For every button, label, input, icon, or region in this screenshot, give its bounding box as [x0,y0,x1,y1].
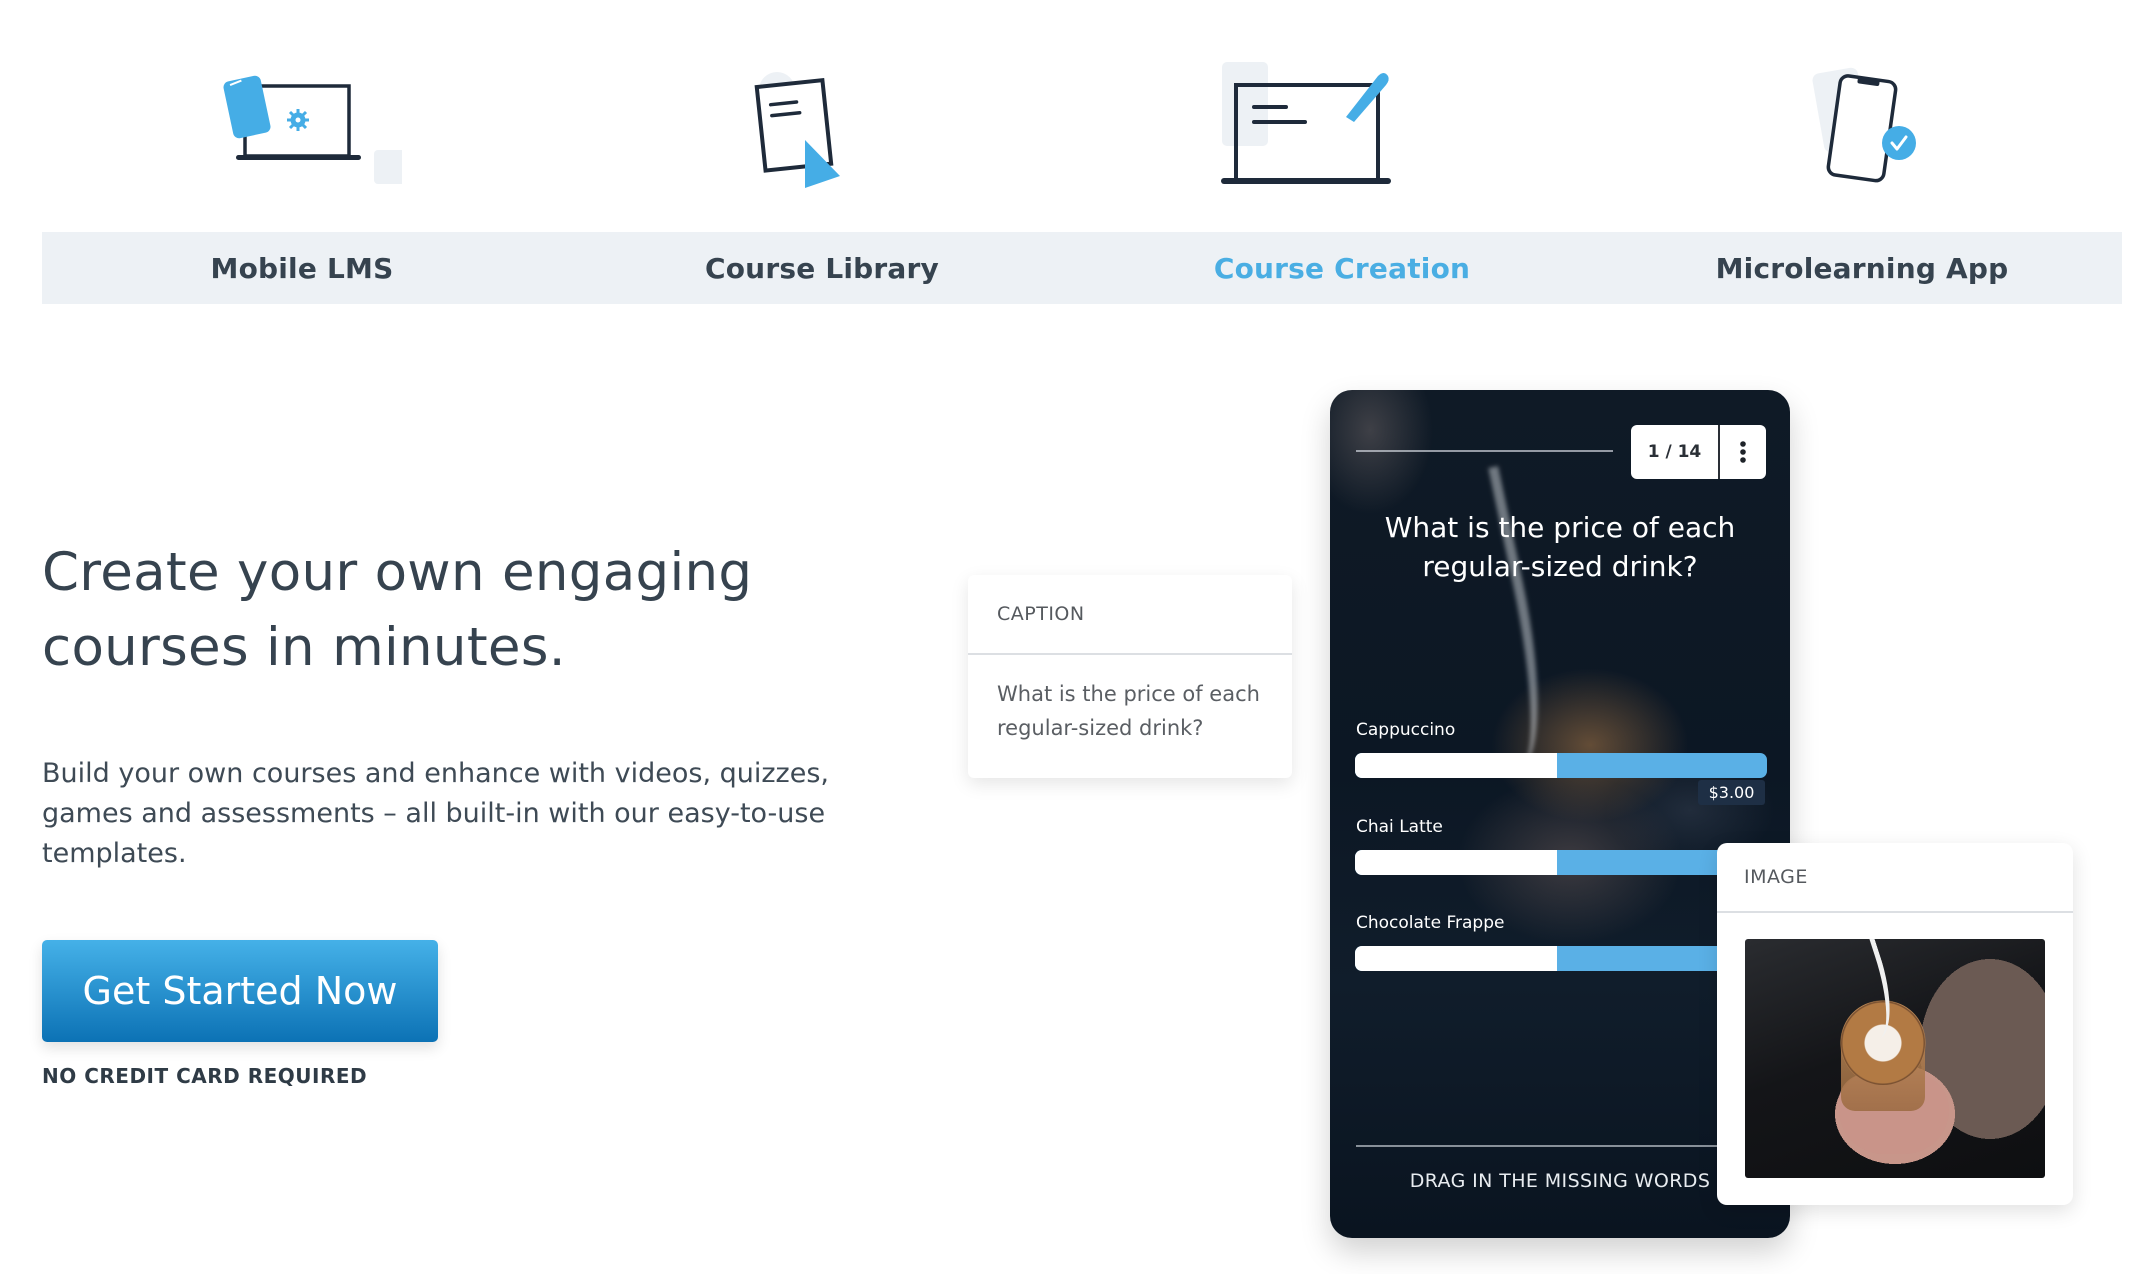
hero-description: Build your own courses and enhance with … [42,754,862,874]
caption-text[interactable]: What is the price of each regular-sized … [968,655,1292,745]
slider-chocolate-frappe[interactable] [1355,946,1767,971]
slider-cappuccino[interactable] [1355,753,1767,778]
quiz-question-line: regular-sized drink? [1422,550,1698,583]
caption-card: CAPTION What is the price of each regula… [968,575,1292,778]
tab-microlearning-app[interactable]: Microlearning App [1602,232,2122,304]
tab-course-creation[interactable]: Course Creation [1082,232,1602,304]
no-credit-card-note: NO CREDIT CARD REQUIRED [42,1064,368,1088]
tab-course-library[interactable]: Course Library [562,232,1082,304]
caption-text-line: regular-sized drink? [997,716,1204,740]
image-card: IMAGE [1717,843,2073,1205]
image-card-header: IMAGE [1717,843,2073,913]
laptop-phone-gear-icon[interactable] [202,50,402,200]
price-tag-cappuccino: $3.00 [1698,780,1765,805]
phone-check-icon[interactable] [1762,50,1962,200]
caption-card-header: CAPTION [968,575,1292,655]
quiz-question-line: What is the price of each [1384,511,1736,544]
product-tab-bar: Mobile LMS Course Library Course Creatio… [42,232,2122,304]
product-icons-row [42,0,2122,232]
get-started-button[interactable]: Get Started Now [42,940,438,1042]
caption-text-line: What is the price of each [997,682,1260,706]
option-label-chai-latte: Chai Latte [1356,817,1443,837]
slide-counter-value: 1 / 14 [1631,425,1720,479]
slider-track-empty [1355,946,1557,971]
slider-chai-latte[interactable] [1355,850,1767,875]
slider-track-empty [1355,850,1557,875]
laptop-pen-icon[interactable] [1220,50,1420,200]
option-label-cappuccino: Cappuccino [1356,720,1456,740]
quiz-question: What is the price of each regular-sized … [1350,508,1770,586]
lesson-progress-line [1356,450,1613,452]
slider-track-empty [1355,753,1557,778]
tab-mobile-lms[interactable]: Mobile LMS [42,232,562,304]
slide-counter: 1 / 14 [1631,425,1766,479]
footer-divider [1356,1145,1766,1147]
hero-description-line: games and assessments – all built-in wit… [42,798,826,829]
option-label-chocolate-frappe: Chocolate Frappe [1356,913,1505,933]
hero-description-line: Build your own courses and enhance with … [42,758,829,789]
more-options-button[interactable] [1720,425,1766,479]
latte-art-photo[interactable] [1745,939,2045,1178]
document-cursor-icon[interactable] [722,50,922,200]
hero-title-line: Create your own engaging [42,542,753,603]
hero-title: Create your own engaging courses in minu… [42,535,862,685]
hero-description-line: templates. [42,838,187,869]
kebab-menu-icon [1740,441,1746,463]
hero-title-line: courses in minutes. [42,617,566,678]
